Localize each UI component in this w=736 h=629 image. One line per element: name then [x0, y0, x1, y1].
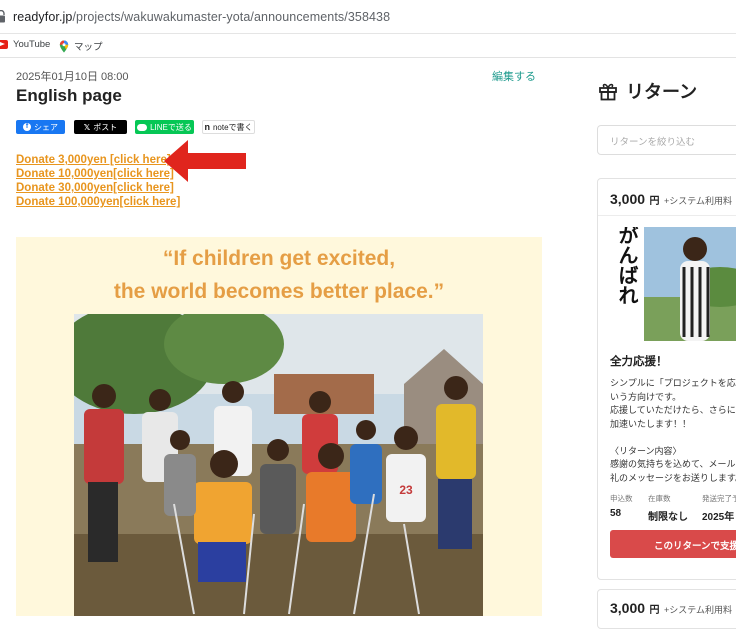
stat-value: 制限なし — [648, 512, 688, 523]
return-fee-note: +システム利用料 — [663, 196, 732, 206]
stat-applications: 申込数 58 — [610, 493, 633, 519]
children-group-photo: 23 — [74, 314, 483, 616]
youtube-icon — [0, 40, 8, 49]
line-icon — [137, 123, 148, 131]
stat-label: 申込数 — [610, 494, 633, 503]
site-info-icon[interactable] — [0, 10, 6, 24]
stat-value: 2025年 — [702, 512, 735, 523]
red-arrow-annotation — [164, 140, 246, 182]
url-path: /projects/wakuwakumaster-yota/announceme… — [72, 10, 391, 24]
facebook-share-button[interactable]: f シェア — [16, 120, 65, 134]
returns-heading: リターン — [598, 78, 697, 104]
return-image: がんばれ — [610, 227, 736, 341]
google-maps-icon — [59, 40, 69, 52]
return-price-row: 3,000 円 +システム利用料 — [610, 191, 732, 209]
stat-label: 発送完了予 — [702, 494, 736, 503]
jersey-number: 23 — [399, 483, 413, 497]
line-share-button[interactable]: LINEで送る — [135, 120, 194, 134]
address-bar[interactable]: readyfor.jp/projects/wakuwakumaster-yota… — [0, 0, 736, 34]
gift-icon — [599, 83, 617, 101]
stat-label: 在庫数 — [648, 494, 671, 503]
x-icon: 𝕏 — [83, 122, 91, 132]
stat-value: 58 — [610, 508, 622, 519]
return-price-row: 3,000 円 +システム利用料 — [610, 600, 732, 618]
return-description-line: 礼のメッセージをお送りします。 — [610, 472, 736, 483]
support-with-return-button[interactable]: このリターンで支援す — [610, 530, 736, 558]
return-description-line: 〈リターン内容〉 — [610, 445, 682, 456]
card-divider — [598, 215, 736, 216]
donate-30000-link[interactable]: Donate 30,000yen[click here] — [16, 182, 174, 194]
note-share-button[interactable]: n noteで書く — [202, 120, 255, 134]
page-title: English page — [16, 86, 122, 105]
returns-title: リターン — [626, 82, 698, 102]
return-heading: 全力応援！ — [610, 356, 668, 368]
line-share-label: LINEで送る — [150, 122, 192, 132]
facebook-icon: f — [23, 123, 31, 131]
return-description-line: 加速いたします！！ — [610, 418, 692, 429]
bookmark-maps-label: マップ — [74, 42, 103, 53]
poster-quote-line2: the world becomes better place.” — [113, 280, 445, 303]
note-share-label: noteで書く — [212, 122, 253, 132]
stat-stock: 在庫数 制限なし — [648, 493, 688, 523]
return-description-line: いう方向けです。 — [610, 391, 682, 402]
bookmarks-bar: YouTube マップ — [0, 34, 736, 58]
donate-10000-link[interactable]: Donate 10,000yen[click here] — [16, 168, 174, 180]
page-content: 2025年01月10日 08:00 編集する English page f シェ… — [0, 58, 736, 629]
bookmark-youtube[interactable]: YouTube — [0, 39, 50, 50]
poster-quote-line1: “If children get excited, — [162, 247, 396, 270]
return-image-text: がんばれ — [615, 227, 639, 305]
poster-image: “If children get excited, the world beco… — [16, 237, 542, 616]
return-description-line: シンプルに「プロジェクトを応援 — [610, 378, 736, 388]
return-card: 3,000 円 +システム利用料 がんばれ 全力応援！ シンプルに「プロジェクト… — [597, 178, 736, 580]
return-card: 3,000 円 +システム利用料 — [597, 589, 736, 629]
stat-delivery: 発送完了予 2025年 — [702, 493, 736, 523]
returns-filter-input[interactable]: リターンを絞り込む — [597, 125, 736, 155]
return-price: 3,000 — [610, 191, 646, 207]
url-text[interactable]: readyfor.jp/projects/wakuwakumaster-yota… — [13, 10, 390, 24]
return-price-unit: 円 — [649, 196, 660, 207]
return-description-line: 応援していただけたら、さらにフ — [610, 405, 736, 415]
donate-3000-link[interactable]: Donate 3,000yen [click here] — [16, 154, 171, 166]
donate-100000-link[interactable]: Donate 100,000yen[click here] — [16, 196, 180, 208]
return-price-unit: 円 — [649, 605, 660, 616]
url-host: readyfor.jp — [13, 10, 73, 24]
return-fee-note: +システム利用料 — [663, 605, 732, 615]
post-date: 2025年01月10日 08:00 — [16, 71, 129, 83]
return-description-line — [610, 431, 736, 445]
return-description-line: 感謝の気持ちを込めて、メールに — [610, 459, 736, 469]
facebook-share-label: シェア — [34, 122, 58, 132]
x-post-label: ポスト — [93, 122, 118, 132]
return-price: 3,000 — [610, 600, 646, 616]
return-description: シンプルに「プロジェクトを応援 いう方向けです。 応援していただけたら、さらにフ… — [610, 377, 736, 485]
edit-link[interactable]: 編集する — [492, 68, 536, 84]
x-post-button[interactable]: 𝕏 ポスト — [74, 120, 127, 134]
bookmark-youtube-label: YouTube — [13, 39, 51, 50]
bookmark-maps[interactable]: マップ — [59, 39, 103, 53]
note-icon: n — [204, 122, 210, 132]
